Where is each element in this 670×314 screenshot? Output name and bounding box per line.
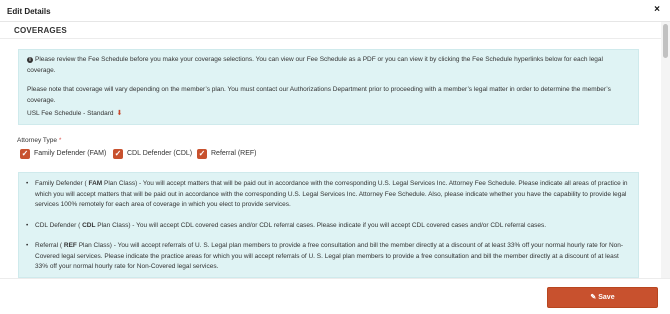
coverages-heading: COVERAGES — [14, 26, 67, 35]
required-marker: * — [58, 137, 62, 144]
list-item-ref: • Referral ( REF Plan Class) - You will a… — [26, 242, 624, 270]
fee-schedule-info-box: i Please review the Fee Schedule before y… — [18, 49, 639, 125]
scrollbar-thumb[interactable] — [663, 24, 668, 58]
fee-schedule-link[interactable]: USL Fee Schedule - Standard ⬇ — [27, 109, 122, 117]
info-paragraph-1: i Please review the Fee Schedule before y… — [27, 56, 603, 74]
download-icon[interactable]: ⬇ — [116, 109, 122, 117]
list-item-fam: • Family Defender ( FAM Plan Class) - You… — [26, 180, 628, 208]
save-button[interactable]: ✎ Save — [547, 287, 658, 308]
dialog-header: Edit Details × — [0, 0, 670, 22]
edit-icon: ✎ — [590, 294, 597, 301]
dialog-title: Edit Details — [7, 7, 51, 16]
list-item-cdl: • CDL Defender ( CDL Plan Class) - You wi… — [26, 222, 547, 229]
checkbox-label: Referral (REF) — [211, 150, 257, 157]
attorney-type-label: Attorney Type * — [17, 137, 62, 144]
edit-details-dialog: Edit Details × COVERAGES i Please review … — [0, 0, 670, 314]
close-icon[interactable]: × — [654, 4, 660, 15]
checkbox-checked-icon[interactable]: ✓ — [113, 149, 123, 159]
checkbox-label: Family Defender (FAM) — [34, 150, 107, 157]
plan-class-descriptions: • Family Defender ( FAM Plan Class) - You… — [18, 172, 639, 278]
vertical-scrollbar[interactable] — [661, 22, 670, 278]
section-divider — [0, 38, 661, 39]
checkbox-checked-icon[interactable]: ✓ — [20, 149, 30, 159]
info-paragraph-2: Please note that coverage will vary depe… — [27, 86, 611, 104]
dialog-body[interactable]: COVERAGES i Please review the Fee Schedul… — [0, 22, 661, 278]
info-icon: i — [27, 57, 33, 63]
checkbox-checked-icon[interactable]: ✓ — [197, 149, 207, 159]
checkbox-label: CDL Defender (CDL) — [127, 150, 193, 157]
footer-divider — [0, 278, 670, 279]
